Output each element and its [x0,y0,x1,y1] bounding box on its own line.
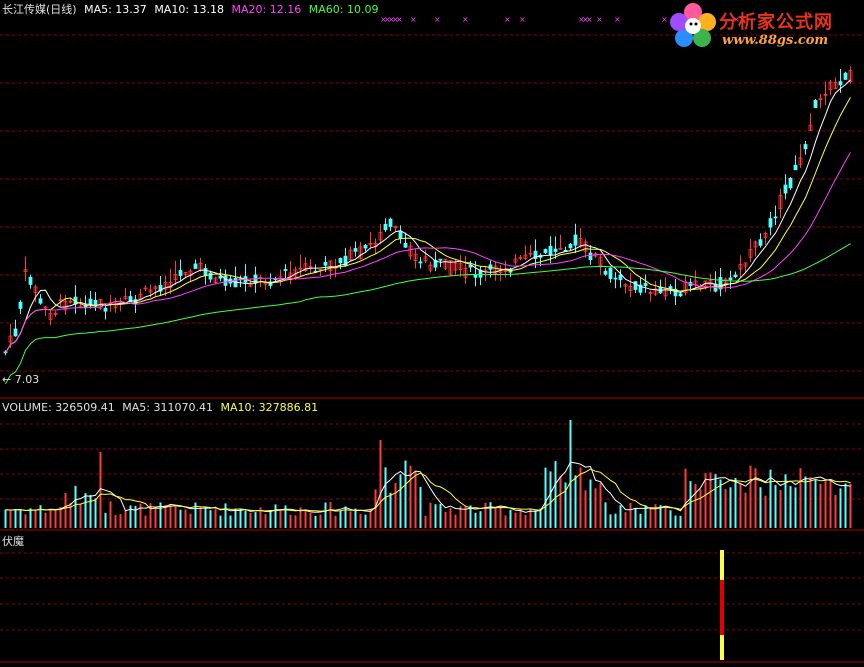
candle-body [323,261,328,266]
candle-body [633,281,638,290]
candle-body [558,247,563,250]
volume-legend: VOLUME: 326509.41 MA5: 311070.41 MA10: 3… [2,401,322,414]
site-logo: 分析家公式网 www.88gs.com [664,0,864,52]
candle-body [388,218,393,227]
candle-body [553,248,558,252]
candle-body [838,81,843,86]
volume-ma5-line [5,461,851,513]
signal-bar-segment [720,635,724,660]
candle-body [283,269,288,271]
candle-body [28,276,33,285]
volume-ma10-line [5,468,851,512]
signal-marker: × [596,15,603,24]
candle-body [733,274,738,278]
signal-marker: × [396,15,403,24]
vol-ma10-value: MA10: 327886.81 [220,401,319,414]
candle-body [353,248,358,252]
candle-body [588,252,593,261]
candle-body [38,298,43,304]
signal-marker: × [614,15,621,24]
volume-value: VOLUME: 326509.41 [2,401,115,414]
vol-ma5-value: MA5: 311070.41 [122,401,213,414]
candle-body [618,274,623,281]
candle-body [223,275,228,286]
candle-body [568,243,573,249]
signal-marker: × [504,15,511,24]
signal-marker: × [462,15,469,24]
stock-chart[interactable]: ××××××××××××××××××× [0,0,864,667]
candle-body [88,298,93,305]
candle-body [728,277,733,281]
candle-body [603,270,608,275]
logo-url: www.88gs.com [722,33,829,48]
candle-body [573,234,578,246]
candle-body [18,301,23,309]
candle-body [643,283,648,287]
candle-body [678,293,683,297]
candle-body [768,218,773,228]
ma10-line [5,97,851,354]
candle-body [788,177,793,189]
candle-body [203,268,208,276]
candle-body [438,258,443,261]
ma60-value: MA60: 10.09 [308,3,379,16]
candle-body [803,144,808,150]
candle-body [613,277,618,280]
candle-body [103,307,108,312]
flower-logo-icon [670,3,716,47]
candle-body [783,184,788,194]
signal-bar-segment [720,550,724,580]
candle-body [13,328,18,337]
price-legend: 长江传媒(日线) MA5: 13.37 MA10: 13.18 MA20: 12… [2,3,382,16]
candle-body [193,263,198,269]
low-price-label: ← 7.03 [2,373,40,386]
signal-panel-title: 伏魔 [2,535,24,548]
candle-body [758,239,763,246]
candle-body [398,231,403,239]
candle-body [403,243,408,248]
signal-marker: × [410,15,417,24]
ma5-line [5,79,851,354]
signal-marker: × [519,15,526,24]
candle-body [418,261,423,264]
ma60-line [5,243,851,385]
signal-marker: × [434,15,441,24]
signal-bar-segment [720,580,724,635]
ma20-value: MA20: 12.16 [231,3,302,16]
candle-body [543,249,548,254]
candle-body [383,223,388,231]
ma5-value: MA5: 13.37 [84,3,147,16]
stock-title: 长江传媒(日线) [2,3,77,16]
candle-body [178,270,183,276]
candle-body [363,245,368,249]
candle-body [773,216,778,219]
candle-body [338,258,343,264]
logo-text: 分析家公式网 [719,12,833,33]
candle-body [843,72,848,80]
ma10-value: MA10: 13.18 [154,3,225,16]
candle-body [793,164,798,171]
candle-body [608,267,613,279]
candle-body [548,245,553,255]
signal-marker: × [586,15,593,24]
candle-body [813,100,818,108]
